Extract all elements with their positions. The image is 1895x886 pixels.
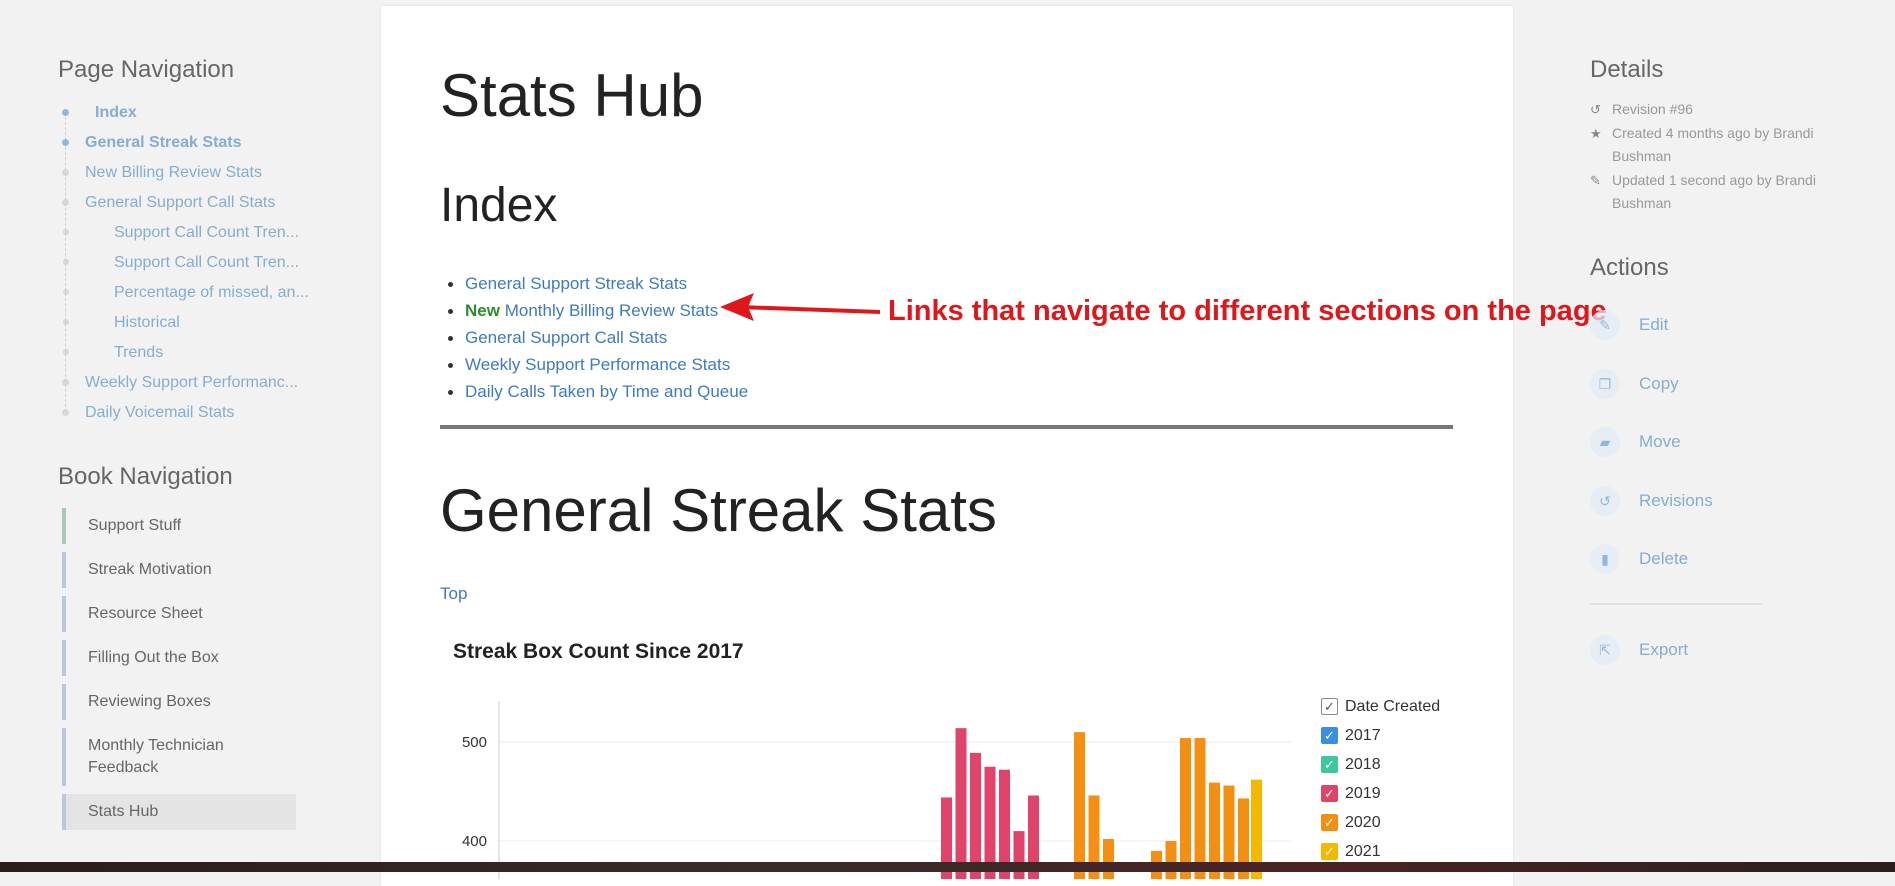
pencil-icon: ✎ — [1590, 310, 1620, 340]
book-nav-item[interactable]: Monthly Technician Feedback — [62, 728, 296, 786]
top-link[interactable]: Top — [440, 584, 467, 604]
index-link-general-support-call-stats[interactable]: General Support Call Stats — [447, 324, 748, 351]
checkbox-icon: ✓ — [1321, 698, 1338, 715]
page-nav-trends[interactable]: Trends — [58, 338, 318, 368]
legend-header[interactable]: ✓ Date Created — [1321, 692, 1440, 721]
page-navigation-heading: Page Navigation — [58, 56, 235, 83]
page-navigation: Index General Streak Stats New Billing R… — [58, 98, 318, 428]
page-nav-percentage-missed[interactable]: Percentage of missed, an... — [58, 278, 318, 308]
book-nav-item[interactable]: Support Stuff — [62, 508, 296, 544]
nav-dot — [63, 349, 69, 355]
history-icon: ↺ — [1590, 485, 1620, 516]
annotation-text: Links that navigate to different section… — [888, 295, 1607, 327]
page-nav-general-support-call-stats[interactable]: General Support Call Stats — [58, 188, 318, 218]
y-tick-label: 400 — [462, 833, 487, 850]
book-navigation: Support Stuff Streak Motivation Resource… — [62, 508, 296, 838]
page-nav-daily-voicemail-stats[interactable]: Daily Voicemail Stats — [58, 398, 318, 428]
nav-dot — [62, 409, 69, 416]
checkbox-checked-icon: ✓ — [1321, 756, 1338, 773]
book-nav-item[interactable]: Reviewing Boxes — [62, 684, 296, 720]
bar-2019[interactable] — [955, 728, 967, 879]
page-nav-new-billing-review-stats[interactable]: New Billing Review Stats — [58, 158, 318, 188]
chart-legend: ✓ Date Created ✓ 2017 ✓ 2018 ✓ 2019 ✓ 2020 ✓ 2… — [1321, 692, 1440, 866]
nav-dot — [62, 109, 69, 116]
bar-2020[interactable] — [1194, 738, 1206, 879]
actions-divider — [1590, 603, 1762, 605]
legend-item-2017[interactable]: ✓ 2017 — [1321, 721, 1440, 750]
legend-item-2020[interactable]: ✓ 2020 — [1321, 808, 1440, 837]
checkbox-checked-icon: ✓ — [1321, 843, 1338, 860]
star-icon: ★ — [1590, 126, 1602, 141]
bar-2020[interactable] — [1103, 839, 1114, 879]
copy-button[interactable]: ❐ Copy — [1590, 368, 1713, 428]
pencil-icon: ✎ — [1590, 173, 1601, 188]
bar-2020[interactable] — [1074, 732, 1085, 879]
new-badge: New — [465, 301, 500, 320]
details-heading: Details — [1590, 56, 1664, 83]
page-nav-support-call-count-trend-2[interactable]: Support Call Count Tren... — [58, 248, 318, 278]
index-heading: Index — [440, 179, 558, 232]
index-link-list: General Support Streak Stats New Monthly… — [447, 270, 748, 405]
bar-2020[interactable] — [1180, 738, 1191, 879]
trash-icon: ▮ — [1590, 544, 1620, 574]
edit-button[interactable]: ✎ Edit — [1590, 310, 1713, 369]
actions-list: ✎ Edit ❐ Copy ▰ Move ↺ Revisions ▮ Delete — [1590, 310, 1713, 603]
page-title: Stats Hub — [440, 62, 704, 129]
nav-dot — [62, 199, 69, 206]
index-link-monthly-billing-review-stats[interactable]: New Monthly Billing Review Stats — [447, 297, 748, 324]
index-link-daily-calls-taken[interactable]: Daily Calls Taken by Time and Queue — [447, 378, 748, 405]
legend-item-2018[interactable]: ✓ 2018 — [1321, 750, 1440, 779]
checkbox-checked-icon: ✓ — [1321, 814, 1338, 831]
updated-info: ✎ Updated 1 second ago by Brandi Bushman — [1590, 169, 1830, 215]
revision-info: ↺ Revision #96 — [1590, 98, 1830, 121]
index-link-general-support-streak-stats[interactable]: General Support Streak Stats — [447, 270, 748, 297]
book-navigation-heading: Book Navigation — [58, 463, 233, 490]
nav-dot — [62, 139, 69, 146]
page-nav-weekly-support-performance[interactable]: Weekly Support Performanc... — [58, 368, 318, 398]
bar-2019[interactable] — [970, 752, 981, 879]
copy-icon: ❐ — [1590, 368, 1620, 399]
details-panel: ↺ Revision #96 ★ Created 4 months ago by B… — [1590, 98, 1830, 216]
taskbar — [0, 862, 1895, 872]
export-icon: ⇱ — [1590, 635, 1620, 665]
actions-heading: Actions — [1590, 254, 1669, 281]
book-nav-item[interactable]: Resource Sheet — [62, 596, 296, 632]
move-button[interactable]: ▰ Move — [1590, 427, 1713, 486]
folder-icon: ▰ — [1590, 427, 1620, 457]
legend-item-2019[interactable]: ✓ 2019 — [1321, 779, 1440, 808]
nav-dot — [62, 379, 69, 386]
created-info: ★ Created 4 months ago by Brandi Bushman — [1590, 122, 1830, 168]
delete-button[interactable]: ▮ Delete — [1590, 544, 1713, 603]
nav-dot — [63, 259, 69, 265]
checkbox-checked-icon: ✓ — [1321, 785, 1338, 802]
index-link-weekly-support-performance-stats[interactable]: Weekly Support Performance Stats — [447, 351, 748, 378]
section-title: General Streak Stats — [440, 477, 997, 544]
chart-title: Streak Box Count Since 2017 — [453, 640, 744, 663]
page-content: Stats Hub Index General Support Streak S… — [381, 6, 1513, 886]
export-button[interactable]: ⇱ Export — [1590, 635, 1688, 694]
nav-dot — [63, 229, 69, 235]
book-nav-item[interactable]: Streak Motivation — [62, 552, 296, 588]
nav-dot — [63, 289, 69, 295]
y-tick-label: 500 — [462, 734, 487, 751]
page-nav-historical[interactable]: Historical — [58, 308, 318, 338]
page-nav-support-call-count-trend-1[interactable]: Support Call Count Tren... — [58, 218, 318, 248]
annotation-arrow — [720, 293, 881, 321]
divider — [440, 425, 1453, 429]
nav-dot — [62, 169, 69, 176]
page-nav-general-streak-stats[interactable]: General Streak Stats — [58, 128, 318, 158]
checkbox-checked-icon: ✓ — [1321, 727, 1338, 744]
nav-dot — [63, 319, 69, 325]
revisions-button[interactable]: ↺ Revisions — [1590, 485, 1713, 545]
bar-2020[interactable] — [1165, 841, 1177, 879]
book-nav-item[interactable]: Filling Out the Box — [62, 640, 296, 676]
page-nav-index[interactable]: Index — [58, 98, 318, 128]
streak-bar-chart: 400 500 — [462, 701, 1291, 879]
history-icon: ↺ — [1590, 102, 1601, 117]
book-nav-item-active[interactable]: Stats Hub — [62, 794, 296, 830]
